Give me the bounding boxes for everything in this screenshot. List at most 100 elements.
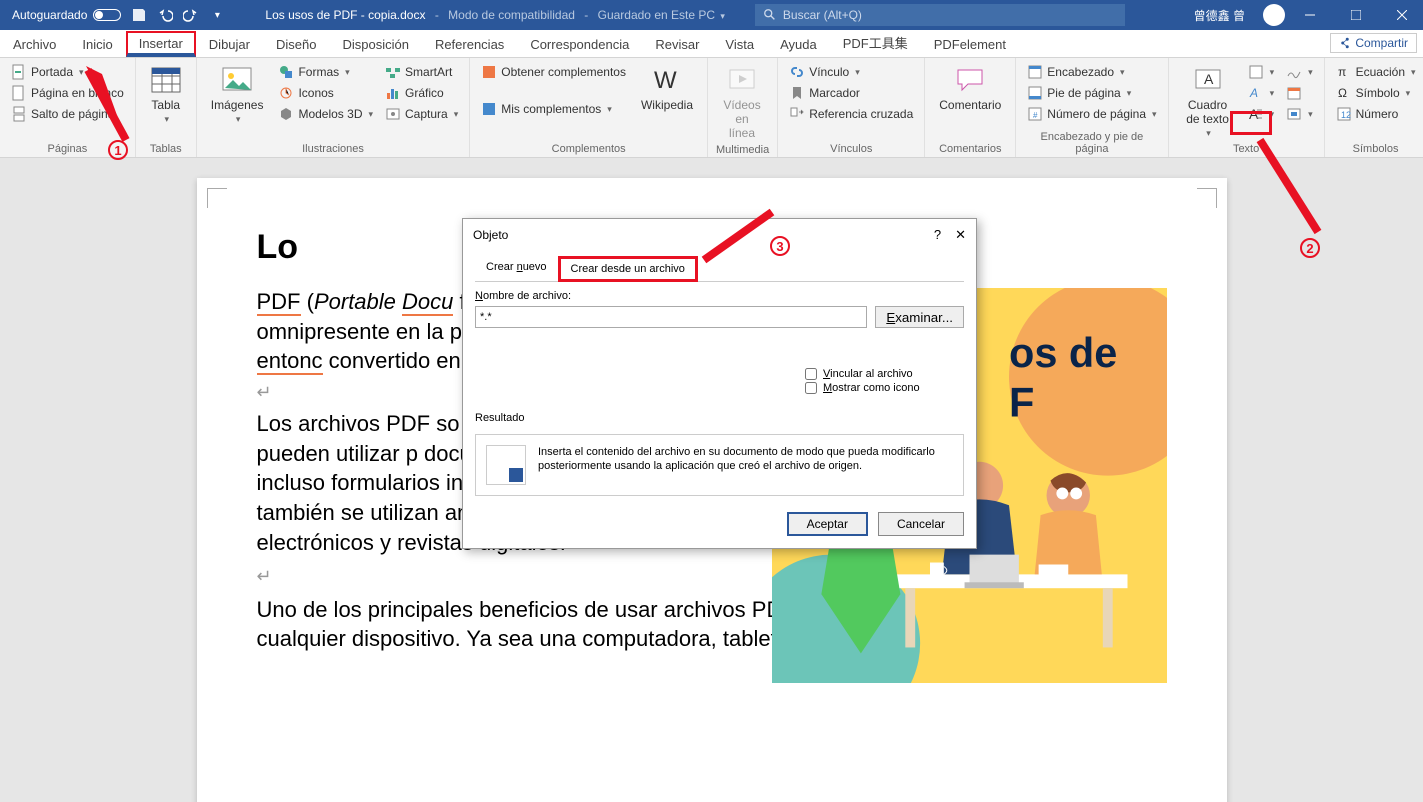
link-button[interactable]: Vínculo▾ [786,62,916,82]
group-links: Vínculo▾ Marcador Referencia cruzada Vín… [778,58,925,157]
titlebar: Autoguardado ▾ Los usos de PDF - copia.d… [0,0,1423,30]
filename-label: Nombre de archivo: [475,290,964,302]
svg-text:os de: os de [1009,329,1117,376]
tab-help[interactable]: Ayuda [767,32,830,57]
tab-layout[interactable]: Disposición [329,32,421,57]
object-button[interactable]: ▾ [1283,104,1316,124]
online-video-button[interactable]: Vídeos en línea [716,62,768,142]
group-media-label: Multimedia [716,142,769,158]
cancel-button[interactable]: Cancelar [878,512,964,536]
filename-input[interactable] [475,306,867,328]
tab-insert[interactable]: Insertar [126,31,196,57]
tab-file[interactable]: Archivo [0,32,69,57]
tab-pdfelement[interactable]: PDFelement [921,32,1019,57]
wikipedia-button[interactable]: WWikipedia [635,62,699,114]
search-placeholder: Buscar (Alt+Q) [783,8,862,22]
show-icon-checkbox[interactable]: Mostrar como icono [805,382,964,394]
dialog-tab-new[interactable]: Crear nuevo [475,256,558,282]
annotation-number-3: 3 [770,236,790,256]
redo-icon[interactable] [183,7,199,23]
tab-design[interactable]: Diseño [263,32,329,57]
smartart-button[interactable]: SmartArt [382,62,461,82]
search-box[interactable]: Buscar (Alt+Q) [755,4,1125,26]
user-name[interactable]: 曾德鑫 曾 [1194,7,1245,24]
minimize-button[interactable] [1289,0,1331,30]
compat-text: Modo de compatibilidad [448,8,575,22]
autosave-toggle[interactable] [93,9,121,21]
3d-models-button[interactable]: Modelos 3D▾ [275,104,376,124]
icons-button[interactable]: Iconos [275,83,376,103]
svg-text:A: A [1249,86,1258,100]
undo-icon[interactable] [157,7,173,23]
group-illustrations-label: Ilustraciones [205,141,462,157]
annotation-arrow-1 [76,56,136,151]
tab-mail[interactable]: Correspondencia [517,32,642,57]
document-title: Los usos de PDF - copia.docx - Modo de c… [265,8,724,22]
tab-pdftools[interactable]: PDF工具集 [830,28,921,57]
ok-button[interactable]: Aceptar [787,512,868,536]
tab-references[interactable]: Referencias [422,32,517,57]
number-button[interactable]: 12Número [1333,104,1419,124]
user-avatar[interactable] [1263,4,1285,26]
share-button[interactable]: Compartir [1330,33,1417,53]
annotation-number-2: 2 [1300,238,1320,258]
result-box: Inserta el contenido del archivo en su d… [475,434,964,496]
dialog-tab-from-file[interactable]: Crear desde un archivo [558,256,698,282]
footer-button[interactable]: Pie de página▾ [1024,83,1159,103]
signature-button[interactable]: ▾ [1283,62,1316,82]
dialog-close-button[interactable]: ✕ [955,227,966,243]
datetime-button[interactable] [1283,83,1316,103]
save-icon[interactable] [131,7,147,23]
wordart-button[interactable]: A▾ [1245,83,1278,103]
tab-draw[interactable]: Dibujar [196,32,263,57]
share-icon [1339,37,1351,49]
dialog-help-button[interactable]: ? [934,227,941,243]
tab-home[interactable]: Inicio [69,32,125,57]
filename-text: Los usos de PDF - copia.docx [265,8,425,22]
table-button[interactable]: Tabla▾ [144,62,188,127]
group-addins: Obtener complementos Mis complementos▾ W… [470,58,708,157]
comment-button[interactable]: Comentario [933,62,1007,114]
tab-review[interactable]: Revisar [642,32,712,57]
autosave-label: Autoguardado [12,8,87,22]
link-checkbox[interactable]: Vincular al archivo [805,368,964,380]
quickparts-button[interactable]: ▾ [1245,62,1278,82]
browse-button[interactable]: Examinar... [875,306,964,328]
close-button[interactable] [1381,0,1423,30]
cross-reference-button[interactable]: Referencia cruzada [786,104,916,124]
page-number-button[interactable]: #Número de página▾ [1024,104,1159,124]
search-icon [763,8,777,22]
ribbon: Portada▾ Página en blanco Salto de págin… [0,58,1423,158]
group-addins-label: Complementos [478,141,699,157]
maximize-button[interactable] [1335,0,1377,30]
textbox-data[interactable]: ACuadro de texto▾ [1177,62,1239,141]
group-comments-label: Comentarios [933,141,1007,157]
equation-button[interactable]: πEcuación▾ [1333,62,1419,82]
group-tables-label: Tablas [144,141,188,157]
symbol-button[interactable]: ΩSímbolo▾ [1333,83,1419,103]
images-button[interactable]: Imágenes▾ [205,62,270,127]
tab-view[interactable]: Vista [712,32,767,57]
group-tables: Tabla▾ Tablas [136,58,197,157]
group-links-label: Vínculos [786,141,916,157]
dropcap-button[interactable]: A▾ [1245,104,1278,124]
svg-text:12: 12 [1341,110,1351,120]
saved-text: Guardado en Este PC [598,8,715,22]
group-header-footer-label: Encabezado y pie de página [1024,129,1159,157]
header-button[interactable]: Encabezado▾ [1024,62,1159,82]
annotation-arrow-2 [1248,132,1328,247]
screenshot-button[interactable]: Captura▾ [382,104,461,124]
group-media: Vídeos en línea Multimedia [708,58,778,157]
svg-text:A: A [1204,71,1214,87]
dialog-title: Objeto [473,228,508,242]
qat-dropdown-icon[interactable]: ▾ [209,7,225,23]
group-header-footer: Encabezado▾ Pie de página▾ #Número de pá… [1016,58,1168,157]
shapes-button[interactable]: Formas▾ [275,62,376,82]
my-addins-button[interactable]: Mis complementos▾ [478,99,629,119]
svg-text:Ω: Ω [1338,86,1347,100]
svg-text:F: F [1009,378,1034,425]
bookmark-button[interactable]: Marcador [786,83,916,103]
chart-button[interactable]: Gráfico [382,83,461,103]
quick-access-toolbar: ▾ [131,7,225,23]
get-addins-button[interactable]: Obtener complementos [478,62,629,82]
